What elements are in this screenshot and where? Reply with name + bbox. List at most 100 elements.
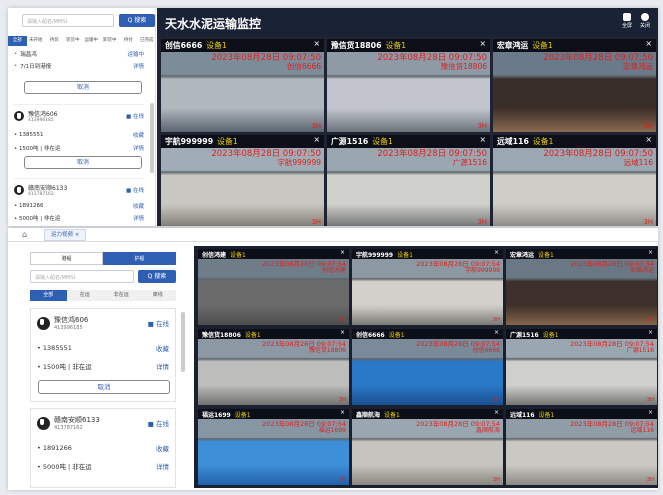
phone: 1385551 <box>19 132 44 138</box>
scrollbar[interactable] <box>181 312 185 372</box>
search-button[interactable]: Q 搜索 <box>138 270 176 283</box>
close-icon[interactable]: × <box>313 135 320 144</box>
detail-link[interactable]: 详情 <box>156 361 169 371</box>
favorite-link[interactable]: 收藏 <box>133 131 144 139</box>
resolution-label: 3H <box>646 317 654 323</box>
camera-title: 宇航999999 设备1 × <box>161 135 324 148</box>
cancel-button[interactable]: 取消 <box>24 156 142 169</box>
fullscreen-button[interactable]: 全屏 <box>622 13 632 29</box>
video-feed[interactable]: 2023年08月28日 09:07:54 福运1699 3H <box>198 419 349 485</box>
video-feed[interactable]: 2023年08月28日 09:07:50 宏章鸿运 3H <box>493 52 656 132</box>
video-feed[interactable]: 2023年08月28日 09:07:54 豫信货18806 3H <box>198 339 349 405</box>
favorite-link[interactable]: 收藏 <box>156 343 169 353</box>
camera-tile[interactable]: 宏章鸿运 设备1 × 2023年08月28日 09:07:54 宏章鸿运 3H <box>506 249 657 325</box>
close-icon[interactable]: × <box>479 135 486 144</box>
camera-icon: ■ <box>126 188 132 194</box>
close-icon[interactable]: × <box>340 329 345 336</box>
close-icon[interactable]: × <box>340 409 345 416</box>
camera-tile[interactable]: 远域116 设备1 × 2023年08月28日 09:07:54 远域116 3H <box>506 409 657 485</box>
ship-name: 瑞昌鸿 <box>20 52 37 58</box>
detail-link[interactable]: 详情 <box>133 144 144 152</box>
video-feed[interactable]: 2023年08月28日 09:07:54 宇航999999 3H <box>352 259 503 325</box>
ship-name: 赣南安顺6133 <box>54 416 100 424</box>
online-badge: ■ 在线 <box>126 188 144 194</box>
camera-tile[interactable]: 创信鸿建 设备1 × 2023年08月28日 09:07:54 创信鸿建 3H <box>198 249 349 325</box>
camera-tile[interactable]: 宏章鸿运 设备1 × 2023年08月28日 09:07:50 宏章鸿运 3H <box>493 39 656 132</box>
video-feed[interactable]: 2023年08月28日 09:07:50 远域116 3H <box>493 148 656 226</box>
tab-not-started[interactable]: 未开始 <box>27 36 46 46</box>
tab-unloading[interactable]: 卸货中 <box>101 36 120 46</box>
close-icon[interactable]: × <box>648 409 653 416</box>
search-button[interactable]: Q 搜索 <box>119 14 155 27</box>
camera-tile[interactable]: 广源1516 设备1 × 2023年08月28日 09:07:54 广源1516 3H <box>506 329 657 405</box>
home-icon[interactable]: ⌂ <box>22 230 27 239</box>
status-badge: 运输中 <box>127 52 144 58</box>
video-feed[interactable]: 2023年08月28日 09:07:50 豫信货18806 3H <box>327 52 490 132</box>
tab-all[interactable]: 全部 <box>30 290 67 301</box>
close-icon[interactable]: × <box>340 249 345 256</box>
camera-tile[interactable]: 广源1516 设备1 × 2023年08月28日 09:07:50 广源1516 3H <box>327 135 490 226</box>
close-icon[interactable]: × <box>645 39 652 48</box>
detail-link[interactable]: 详情 <box>133 214 144 222</box>
ship-name: 赣南安顺6133 <box>28 185 68 192</box>
tab-offline[interactable]: 离线 <box>140 290 177 301</box>
ship-name: 创信鸿建 <box>202 251 227 259</box>
close-icon[interactable]: × <box>494 329 499 336</box>
video-feed[interactable]: 2023年08月28日 09:07:50 宇航999999 3H <box>161 148 324 226</box>
cancel-button[interactable]: 取消 <box>24 81 142 94</box>
search-input[interactable]: 请输入船名/MMSI <box>22 14 114 27</box>
close-icon[interactable]: × <box>648 329 653 336</box>
search-input[interactable]: 请输入船名/MMSI <box>30 270 134 283</box>
scrollbar[interactable] <box>150 103 154 173</box>
camera-title: 福运1699 设备1 × <box>198 409 349 419</box>
video-feed[interactable]: 2023年08月28日 09:07:54 创信鸿建 3H <box>198 259 349 325</box>
cancel-button[interactable]: 取消 <box>38 380 170 394</box>
camera-title: 鑫顺航海 设备1 × <box>352 409 503 419</box>
tab-pending-pay[interactable]: 待付 <box>119 36 138 46</box>
video-feed[interactable]: 2023年08月28日 09:07:54 宏章鸿运 3H <box>506 259 657 325</box>
camera-tile[interactable]: 鑫顺航海 设备1 × 2023年08月28日 09:07:54 鑫顺航海 3H <box>352 409 503 485</box>
video-feed[interactable]: 2023年08月28日 09:07:50 创信6666 3H <box>161 52 324 132</box>
video-feed[interactable]: 2023年08月28日 09:07:54 鑫顺航海 3H <box>352 419 503 485</box>
tab-loading-wait[interactable]: 待装 <box>45 36 64 46</box>
tab-all[interactable]: 全部 <box>8 36 27 46</box>
camera-tile[interactable]: 豫信货18806 设备1 × 2023年08月28日 09:07:54 豫信货18806… <box>198 329 349 405</box>
tab-done[interactable]: 已完成 <box>138 36 157 46</box>
camera-icon: ■ <box>147 320 154 328</box>
detail-link[interactable]: 详情 <box>156 461 169 471</box>
camera-tile[interactable]: 创信6666 设备1 × 2023年08月28日 09:07:54 创信6666 3H <box>352 329 503 405</box>
close-icon[interactable]: × <box>494 409 499 416</box>
video-feed[interactable]: 2023年08月28日 09:07:54 广源1516 3H <box>506 339 657 405</box>
camera-tile[interactable]: 远域116 设备1 × 2023年08月28日 09:07:50 远域116 3H <box>493 135 656 226</box>
tab-not-in-transit[interactable]: 非在运 <box>103 290 140 301</box>
list-item[interactable]: 赣南安顺6133 413787162 ■ 在线 • 1891266 收藏 • 500… <box>14 178 144 226</box>
close-icon[interactable]: × <box>75 232 80 238</box>
video-feed[interactable]: 2023年08月28日 09:07:54 创信6666 3H <box>352 339 503 405</box>
close-icon[interactable]: × <box>494 249 499 256</box>
close-icon[interactable]: × <box>645 135 652 144</box>
camera-tile[interactable]: 创信6666 设备1 × 2023年08月28日 09:07:50 创信6666 3H <box>161 39 324 132</box>
tab-loading[interactable]: 装货中 <box>64 36 83 46</box>
tab-transporting[interactable]: 运输中 <box>82 36 101 46</box>
list-item[interactable]: 赣南安顺6133 413787162 ■ 在线 • 1891266 收藏 • 500… <box>30 408 176 488</box>
close-button[interactable]: 关闭 <box>640 13 650 29</box>
video-feed[interactable]: 2023年08月28日 09:07:50 广源1516 3H <box>327 148 490 226</box>
tab-in-transit[interactable]: 在运 <box>67 290 104 301</box>
seg-escort[interactable]: 护船 <box>103 252 176 265</box>
camera-tile[interactable]: 宇航999999 设备1 × 2023年08月28日 09:07:50 宇航999999… <box>161 135 324 226</box>
camera-tile[interactable]: 宇航999999 设备1 × 2023年08月28日 09:07:54 宇航999999… <box>352 249 503 325</box>
ship-tag: 豫信货18806 <box>308 346 346 354</box>
favorite-link[interactable]: 收藏 <box>133 202 144 210</box>
camera-tile[interactable]: 福运1699 设备1 × 2023年08月28日 09:07:54 福运1699 3H <box>198 409 349 485</box>
close-icon[interactable]: × <box>313 39 320 48</box>
camera-tile[interactable]: 豫信货18806 设备1 × 2023年08月28日 09:07:50 豫信货18806… <box>327 39 490 132</box>
ship-name: 豫信鸿606 <box>54 316 89 324</box>
close-icon[interactable]: × <box>479 39 486 48</box>
video-feed[interactable]: 2023年08月28日 09:07:54 远域116 3H <box>506 419 657 485</box>
resolution-label: 3H <box>338 397 346 403</box>
close-icon[interactable]: × <box>648 249 653 256</box>
tab-capacity-video[interactable]: 运力视频 × <box>44 229 87 241</box>
seg-port[interactable]: 港船 <box>30 252 103 265</box>
detail-link[interactable]: 详情 <box>133 62 144 70</box>
favorite-link[interactable]: 收藏 <box>156 443 169 453</box>
